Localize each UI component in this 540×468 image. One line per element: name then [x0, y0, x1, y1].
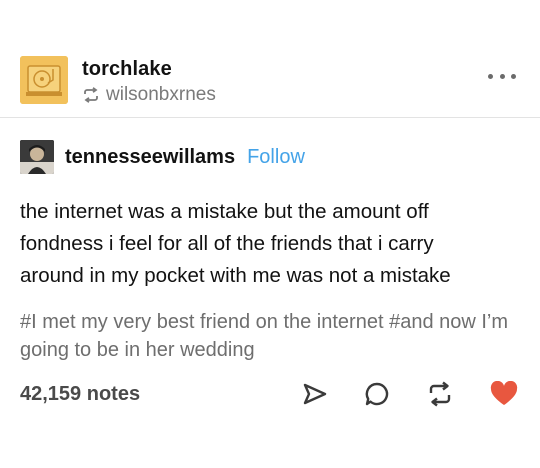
- post-footer: 42,159 notes: [20, 378, 520, 414]
- source-avatar[interactable]: [20, 140, 54, 174]
- reblog-icon[interactable]: [426, 381, 454, 407]
- body-line: the internet was a mistake but the amoun…: [20, 200, 429, 223]
- reblog-small-icon: [82, 87, 100, 103]
- post-header: torchlake wilsonbxrnes: [20, 56, 520, 108]
- share-icon[interactable]: [302, 381, 328, 407]
- tag[interactable]: #I met my very best friend on the intern…: [20, 311, 384, 333]
- header-divider: [0, 117, 540, 118]
- blog-name[interactable]: torchlake: [82, 58, 172, 81]
- more-options-icon[interactable]: [488, 70, 516, 82]
- action-bar: [302, 378, 518, 410]
- source-row: tennesseewillams Follow: [20, 140, 305, 174]
- reblogged-from: wilsonbxrnes: [82, 84, 216, 106]
- follow-button[interactable]: Follow: [247, 146, 305, 169]
- source-blog-name[interactable]: tennesseewillams: [65, 146, 235, 169]
- reblogged-from-name[interactable]: wilsonbxrnes: [106, 84, 216, 106]
- portrait-icon: [20, 140, 54, 174]
- post-body: the internet was a mistake but the amoun…: [20, 196, 520, 292]
- body-line: around in my pocket with me was not a mi…: [20, 264, 451, 287]
- body-line: fondness i feel for all of the friends t…: [20, 232, 434, 255]
- reply-icon[interactable]: [364, 381, 390, 407]
- heart-icon[interactable]: [490, 381, 518, 407]
- record-player-icon: [20, 56, 68, 104]
- tag-list: #I met my very best friend on the intern…: [20, 308, 520, 364]
- blog-avatar[interactable]: [20, 56, 68, 104]
- notes-count[interactable]: 42,159 notes: [20, 383, 140, 406]
